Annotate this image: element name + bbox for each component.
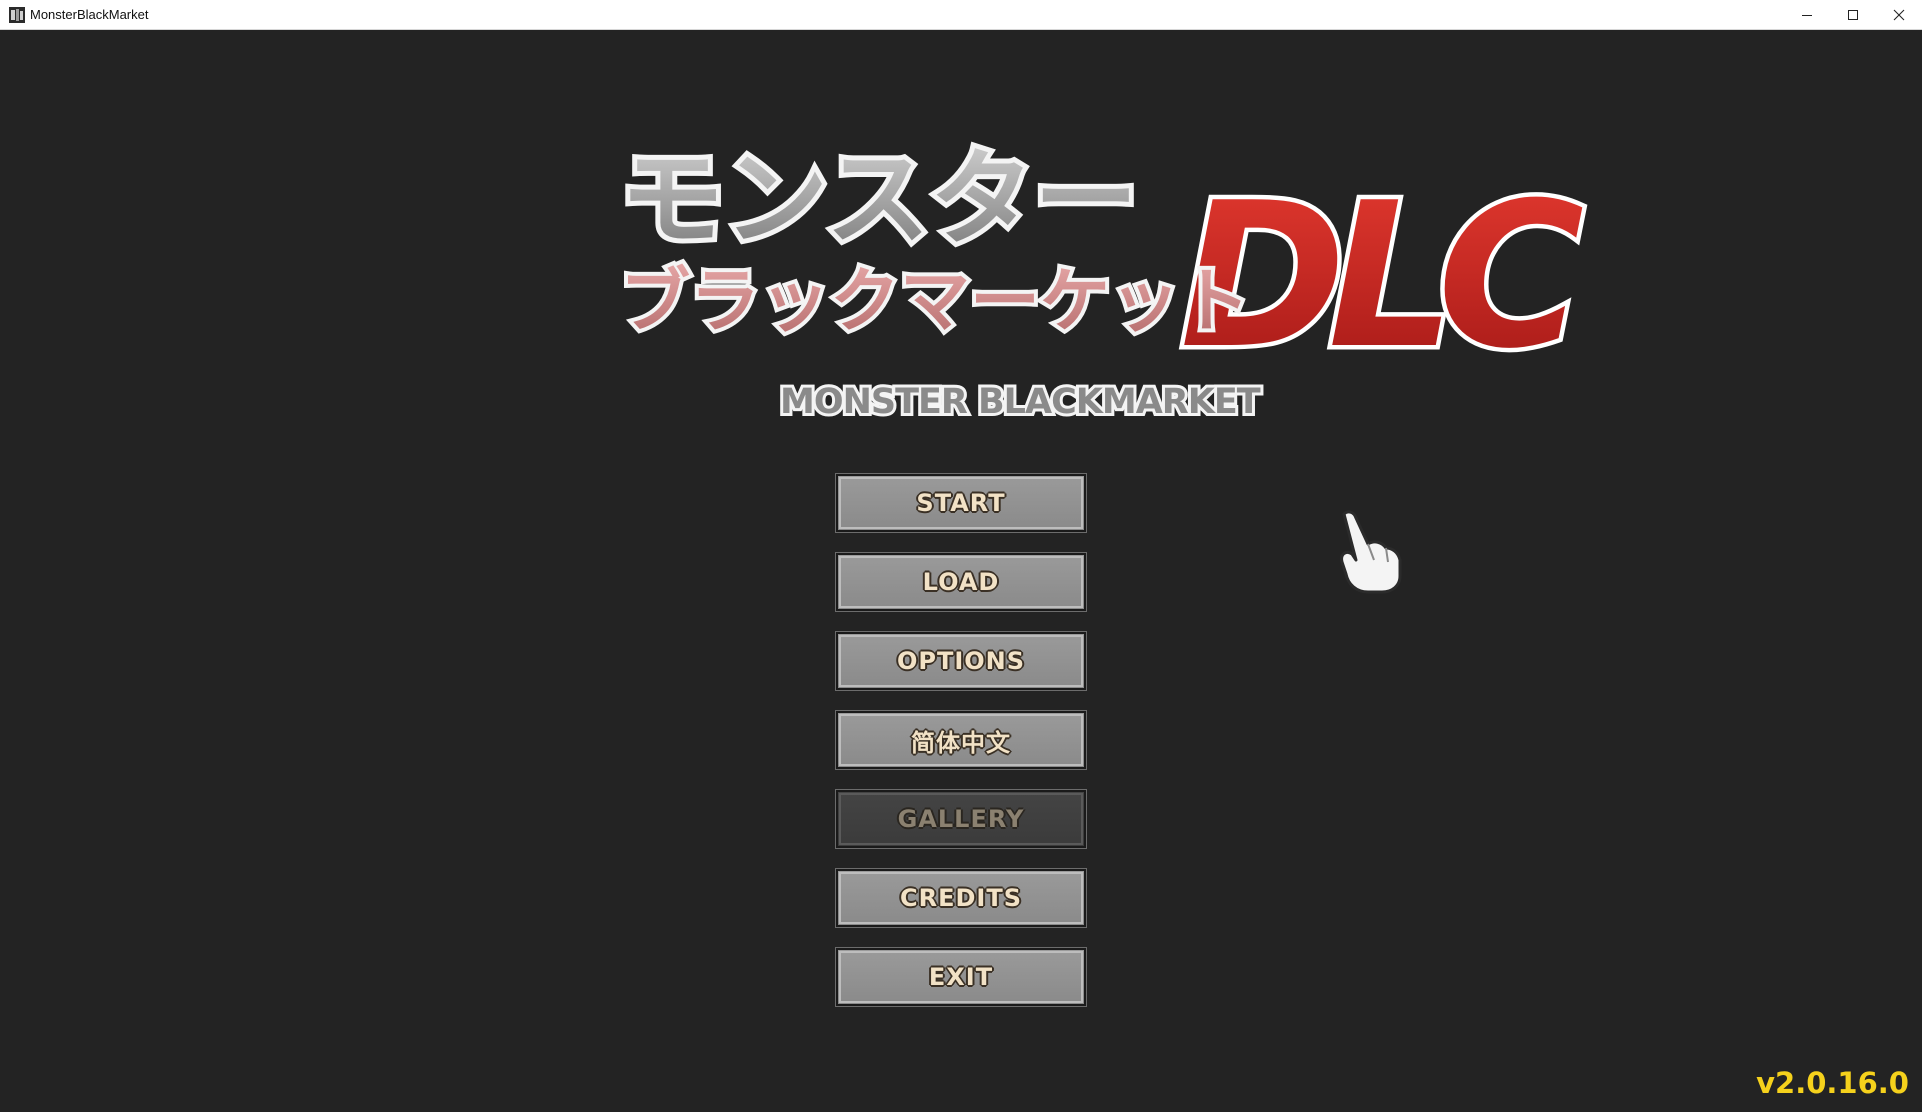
minimize-icon (1802, 15, 1812, 16)
options-button[interactable]: OPTIONS (836, 632, 1086, 690)
start-button-label: START (916, 489, 1006, 517)
game-window: MonsterBlackMarket DLC モンスター ブラックマーケット M… (0, 0, 1922, 1112)
maximize-icon (1848, 10, 1858, 20)
close-button[interactable] (1876, 0, 1922, 30)
hand-cursor-icon (1340, 510, 1402, 594)
minimize-button[interactable] (1784, 0, 1830, 30)
exit-button-label: EXIT (928, 963, 994, 991)
exit-button[interactable]: EXIT (836, 948, 1086, 1006)
close-icon (1893, 9, 1905, 21)
japanese-title-bottom: ブラックマーケット (620, 260, 1250, 342)
gallery-button-label: GALLERY (897, 805, 1025, 833)
japanese-title-top: モンスター (620, 138, 1138, 260)
gallery-button: GALLERY (836, 790, 1086, 848)
version-label: v2.0.16.0 (1756, 1066, 1909, 1100)
load-button[interactable]: LOAD (836, 553, 1086, 611)
window-title: MonsterBlackMarket (30, 7, 149, 22)
language-button[interactable]: 简体中文 (836, 711, 1086, 769)
app-icon (9, 7, 25, 23)
load-button-label: LOAD (922, 568, 1000, 596)
language-button-label: 简体中文 (911, 728, 1011, 757)
start-button[interactable]: START (836, 474, 1086, 532)
credits-button-label: CREDITS (900, 884, 1022, 912)
english-title: MONSTER BLACKMARKET (780, 382, 1261, 422)
credits-button[interactable]: CREDITS (836, 869, 1086, 927)
game-canvas: DLC モンスター ブラックマーケット MONSTER BLACKMARKET … (0, 30, 1922, 1112)
title-bar[interactable]: MonsterBlackMarket (0, 0, 1922, 30)
options-button-label: OPTIONS (896, 647, 1026, 675)
game-logo: DLC モンスター ブラックマーケット MONSTER BLACKMARKET (620, 133, 1590, 425)
maximize-button[interactable] (1830, 0, 1876, 30)
